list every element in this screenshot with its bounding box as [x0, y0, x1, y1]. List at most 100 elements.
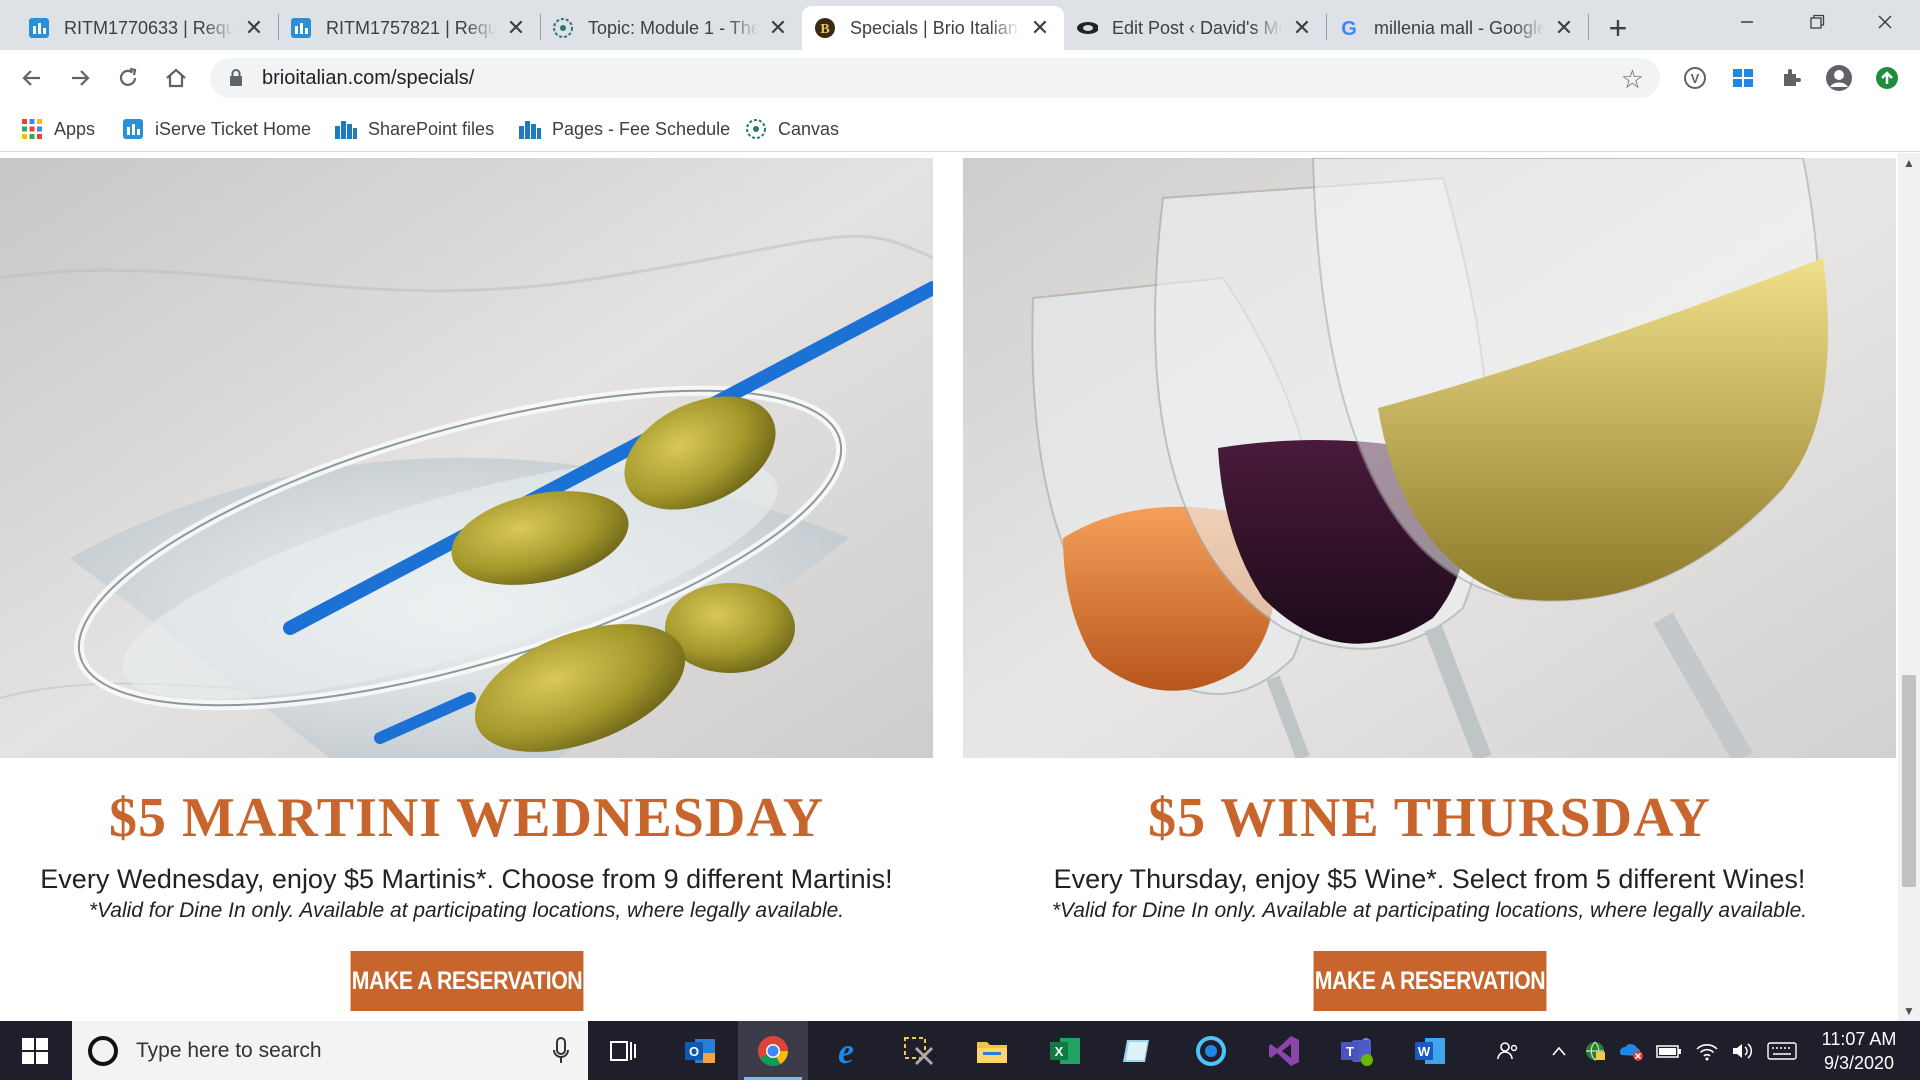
people-icon[interactable] — [1488, 1021, 1528, 1080]
sharepoint-icon — [334, 117, 358, 141]
scrollbar-thumb[interactable] — [1902, 675, 1916, 887]
servicenow-favicon-icon — [121, 117, 145, 141]
tab-ritm1770633[interactable]: RITM1770633 | Requested Item ✕ — [16, 6, 278, 50]
clock-date: 9/3/2020 — [1823, 1053, 1895, 1073]
task-view-icon[interactable] — [588, 1021, 658, 1080]
wordpress-favicon-icon — [1076, 17, 1098, 39]
url-text[interactable]: brioitalian.com/specials/ — [262, 67, 474, 90]
close-tab-icon[interactable]: ✕ — [1552, 15, 1576, 40]
bookmark-pages-fee-schedule[interactable]: Pages - Fee Schedule — [518, 114, 730, 144]
word-icon[interactable]: W — [1395, 1021, 1465, 1080]
web-page-content: $5 MARTINI WEDNESDAY Every Wednesday, en… — [0, 153, 1898, 1021]
minimize-window-icon[interactable] — [1716, 0, 1778, 44]
update-arrow-icon[interactable] — [1873, 64, 1901, 92]
keyboard-icon[interactable] — [1762, 1021, 1802, 1080]
special-card-wine: $5 WINE THURSDAY Every Thursday, enjoy $… — [963, 158, 1896, 1011]
reload-icon[interactable] — [108, 58, 148, 98]
close-tab-icon[interactable]: ✕ — [504, 15, 528, 40]
profile-avatar-icon[interactable] — [1825, 64, 1853, 92]
windows-taskbar: Type here to search O e X T W 11:07 AM 9… — [0, 1021, 1920, 1080]
file-explorer-icon[interactable] — [957, 1021, 1027, 1080]
restore-window-icon[interactable] — [1786, 0, 1848, 44]
wine-photo — [963, 158, 1896, 758]
home-icon[interactable] — [156, 58, 196, 98]
show-hidden-icons-chevron-icon[interactable] — [1544, 1021, 1574, 1080]
volume-icon[interactable] — [1726, 1021, 1760, 1080]
page-scrollbar[interactable]: ▲ ▼ — [1898, 153, 1920, 1021]
outlook-icon[interactable]: O — [665, 1021, 735, 1080]
svg-text:T: T — [1346, 1044, 1354, 1059]
bookmark-star-icon[interactable]: ☆ — [1621, 64, 1644, 95]
onedrive-error-icon[interactable] — [1614, 1021, 1648, 1080]
close-window-icon[interactable] — [1854, 0, 1916, 44]
back-arrow-icon[interactable] — [12, 58, 52, 98]
microphone-icon[interactable] — [552, 1037, 570, 1070]
bookmark-label: Canvas — [778, 118, 840, 139]
bookmark-iserve-ticket-home[interactable]: iServe Ticket Home — [121, 114, 311, 144]
vpn-globe-icon[interactable] — [1578, 1021, 1612, 1080]
svg-text:e: e — [838, 1034, 854, 1068]
address-bar[interactable]: brioitalian.com/specials/ ☆ — [210, 58, 1660, 98]
tab-title: RITM1757821 | Requested Item — [326, 17, 496, 39]
canvas-favicon-icon — [552, 17, 574, 39]
system-clock[interactable]: 11:07 AM 9/3/2020 — [1806, 1027, 1912, 1075]
wifi-icon[interactable] — [1690, 1021, 1724, 1080]
bookmark-label: iServe Ticket Home — [155, 118, 312, 139]
visual-studio-icon[interactable] — [1249, 1021, 1319, 1080]
tab-google-search[interactable]: G millenia mall - Google Search ✕ — [1326, 6, 1588, 50]
svg-text:G: G — [1341, 18, 1357, 39]
chrome-icon[interactable] — [738, 1021, 808, 1080]
tab-canvas-topic[interactable]: Topic: Module 1 - The ✕ — [540, 6, 802, 50]
servicenow-favicon-icon — [28, 17, 50, 39]
notes-icon[interactable] — [1103, 1021, 1173, 1080]
snipping-tool-icon[interactable] — [884, 1021, 954, 1080]
close-tab-icon[interactable]: ✕ — [1290, 15, 1314, 40]
bookmark-sharepoint-files[interactable]: SharePoint files — [334, 114, 494, 144]
make-reservation-button[interactable]: MAKE A RESERVATION — [350, 951, 583, 1011]
close-tab-icon[interactable]: ✕ — [766, 15, 790, 40]
apps-grid-icon — [20, 117, 44, 141]
canvas-favicon-icon — [744, 117, 768, 141]
bookmark-label: Pages - Fee Schedule — [552, 118, 731, 139]
tab-ritm1757821[interactable]: RITM1757821 | Requested Item ✕ — [278, 6, 540, 50]
bookmark-canvas[interactable]: Canvas — [744, 114, 839, 144]
extensions-puzzle-icon[interactable] — [1777, 64, 1805, 92]
close-tab-icon[interactable]: ✕ — [242, 15, 266, 40]
svg-text:W: W — [1418, 1044, 1431, 1059]
svg-text:B: B — [820, 22, 829, 37]
battery-icon[interactable] — [1652, 1021, 1686, 1080]
special-title: $5 MARTINI WEDNESDAY — [108, 787, 825, 849]
windows-start-icon[interactable] — [0, 1021, 70, 1080]
new-tab-button[interactable]: + — [1600, 10, 1636, 46]
taskbar-search-box[interactable]: Type here to search — [72, 1021, 588, 1080]
brio-favicon-icon: B — [814, 17, 836, 39]
teams-icon[interactable]: T — [1322, 1021, 1392, 1080]
cortana-icon[interactable] — [1176, 1021, 1246, 1080]
google-favicon-icon: G — [1338, 17, 1360, 39]
bookmark-apps[interactable]: Apps — [20, 114, 95, 144]
special-card-martini: $5 MARTINI WEDNESDAY Every Wednesday, en… — [0, 158, 933, 1011]
forward-arrow-icon[interactable] — [60, 58, 100, 98]
browser-tab-strip: RITM1770633 | Requested Item ✕ RITM17578… — [0, 0, 1920, 50]
vimeo-extension-icon[interactable]: V — [1681, 64, 1709, 92]
tab-title: millenia mall - Google Search — [1374, 17, 1544, 39]
special-disclaimer: *Valid for Dine In only. Available at pa… — [88, 899, 845, 922]
martini-photo — [0, 158, 933, 758]
svg-text:X: X — [1055, 1044, 1064, 1059]
edge-legacy-icon[interactable]: e — [811, 1021, 881, 1080]
browser-toolbar: brioitalian.com/specials/ ☆ V — [0, 50, 1920, 106]
bookmarks-bar: Apps iServe Ticket Home SharePoint files… — [0, 106, 1920, 152]
excel-icon[interactable]: X — [1030, 1021, 1100, 1080]
cortana-search-icon — [88, 1035, 118, 1066]
svg-text:V: V — [1691, 71, 1700, 86]
lock-icon[interactable] — [228, 68, 244, 93]
close-tab-icon[interactable]: ✕ — [1028, 15, 1052, 40]
scroll-up-arrow-icon[interactable]: ▲ — [1898, 153, 1920, 173]
windows-extension-icon[interactable] — [1729, 64, 1757, 92]
tab-brio-specials[interactable]: B Specials | Brio Italian Grille ✕ — [802, 6, 1064, 50]
make-reservation-button[interactable]: MAKE A RESERVATION — [1313, 951, 1546, 1011]
scroll-down-arrow-icon[interactable]: ▼ — [1898, 1001, 1920, 1021]
tab-title: Specials | Brio Italian Grille — [850, 17, 1020, 39]
svg-text:O: O — [689, 1044, 699, 1059]
tab-edit-post[interactable]: Edit Post ‹ David's Music ✕ — [1064, 6, 1326, 50]
